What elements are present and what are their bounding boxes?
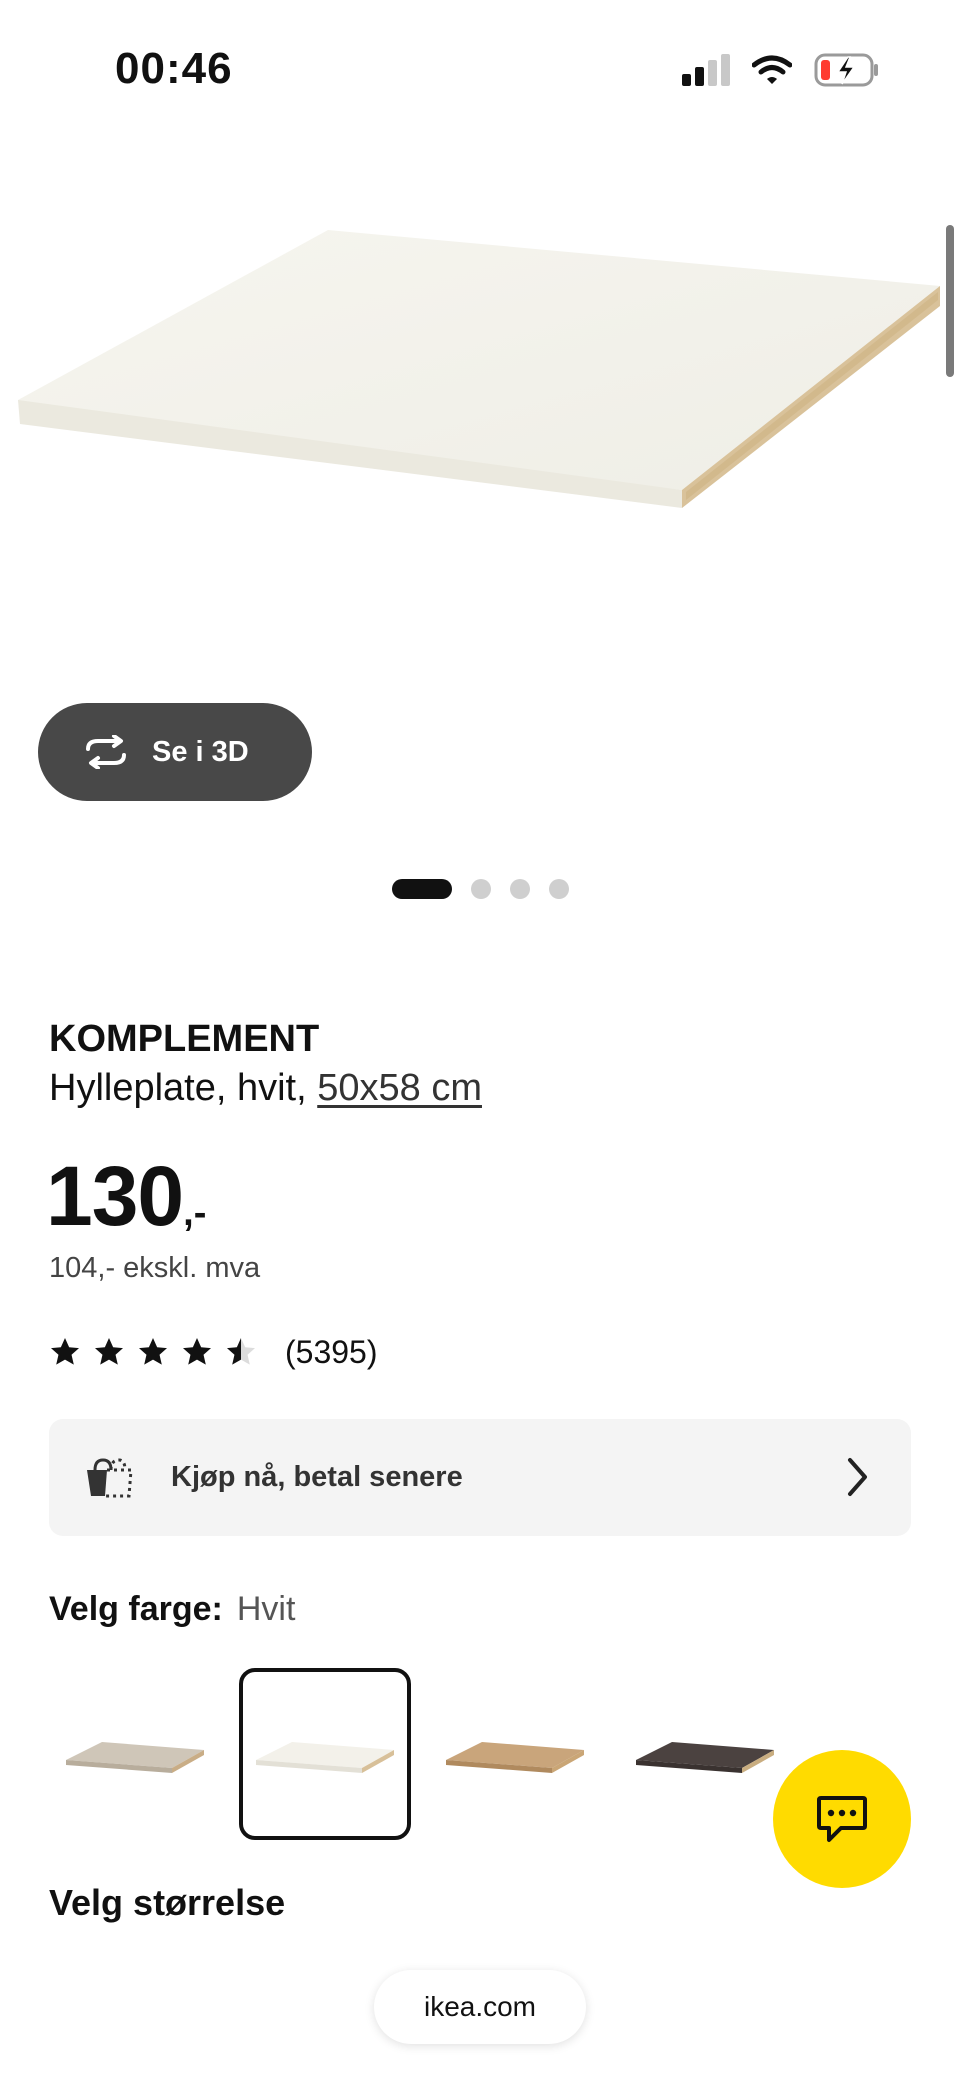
rating-count: (5395) — [285, 1333, 378, 1370]
scroll-indicator[interactable] — [946, 225, 954, 377]
star-full-icon — [51, 1338, 79, 1365]
product-image[interactable] — [0, 190, 960, 710]
color-swatch-mork-brun[interactable] — [619, 1668, 791, 1840]
color-swatch-beige[interactable] — [49, 1668, 221, 1840]
star-half-icon — [227, 1338, 255, 1365]
wifi-icon — [752, 55, 792, 84]
buy-now-label: Kjøp nå, betal senere — [171, 1461, 463, 1493]
star-full-icon — [95, 1338, 123, 1365]
rating[interactable]: (5395) — [49, 1330, 378, 1374]
carousel-dots — [392, 878, 569, 900]
color-selected-value: Hvit — [236, 1590, 296, 1628]
swatch-shelf-image — [66, 1742, 204, 1773]
price-main: 130 — [46, 1149, 184, 1243]
swatch-shelf-image — [636, 1742, 774, 1773]
status-time: 00:46 — [115, 44, 233, 93]
carousel-dot[interactable] — [549, 879, 569, 899]
price-suffix: ,- — [183, 1192, 207, 1234]
star-full-icon — [183, 1338, 211, 1365]
view-3d-button[interactable]: Se i 3D — [38, 703, 312, 801]
buy-now-pay-later[interactable]: Kjøp nå, betal senere — [49, 1419, 911, 1536]
product-name: KOMPLEMENT — [49, 1018, 320, 1060]
chat-icon — [817, 1796, 867, 1842]
swatch-shelf-image — [256, 1742, 394, 1773]
color-swatches — [49, 1668, 791, 1840]
color-swatch-hvit[interactable] — [239, 1668, 411, 1840]
rotate-3d-icon — [86, 735, 126, 769]
product-type: Hylleplate, hvit, — [49, 1067, 307, 1109]
color-picker-heading: Velg farge: Hvit — [49, 1590, 295, 1629]
cellular-signal-icon — [682, 54, 730, 86]
chat-button[interactable] — [773, 1750, 911, 1888]
swatch-shelf-image — [446, 1742, 584, 1773]
size-picker-heading: Velg størrelse — [49, 1882, 286, 1923]
shopping-bag-icon — [87, 1457, 133, 1497]
browser-url-pill[interactable]: ikea.com — [374, 1970, 586, 2044]
color-picker-label: Velg farge: — [49, 1590, 223, 1628]
product-description: Hylleplate, hvit, 50x58 cm — [49, 1067, 482, 1110]
view-3d-label: Se i 3D — [152, 735, 249, 768]
price-ex-vat: 104,- ekskl. mva — [49, 1252, 261, 1284]
battery-charging-icon — [814, 53, 878, 87]
rating-stars — [49, 1336, 257, 1368]
price: 130,- — [46, 1148, 206, 1245]
color-swatch-eik[interactable] — [429, 1668, 601, 1840]
carousel-dot[interactable] — [510, 879, 530, 899]
chevron-right-icon — [848, 1458, 867, 1496]
product-size-link[interactable]: 50x58 cm — [317, 1067, 482, 1109]
star-full-icon — [139, 1338, 167, 1365]
carousel-dot-active[interactable] — [392, 879, 452, 899]
status-icons — [682, 52, 880, 88]
carousel-dot[interactable] — [471, 879, 491, 899]
